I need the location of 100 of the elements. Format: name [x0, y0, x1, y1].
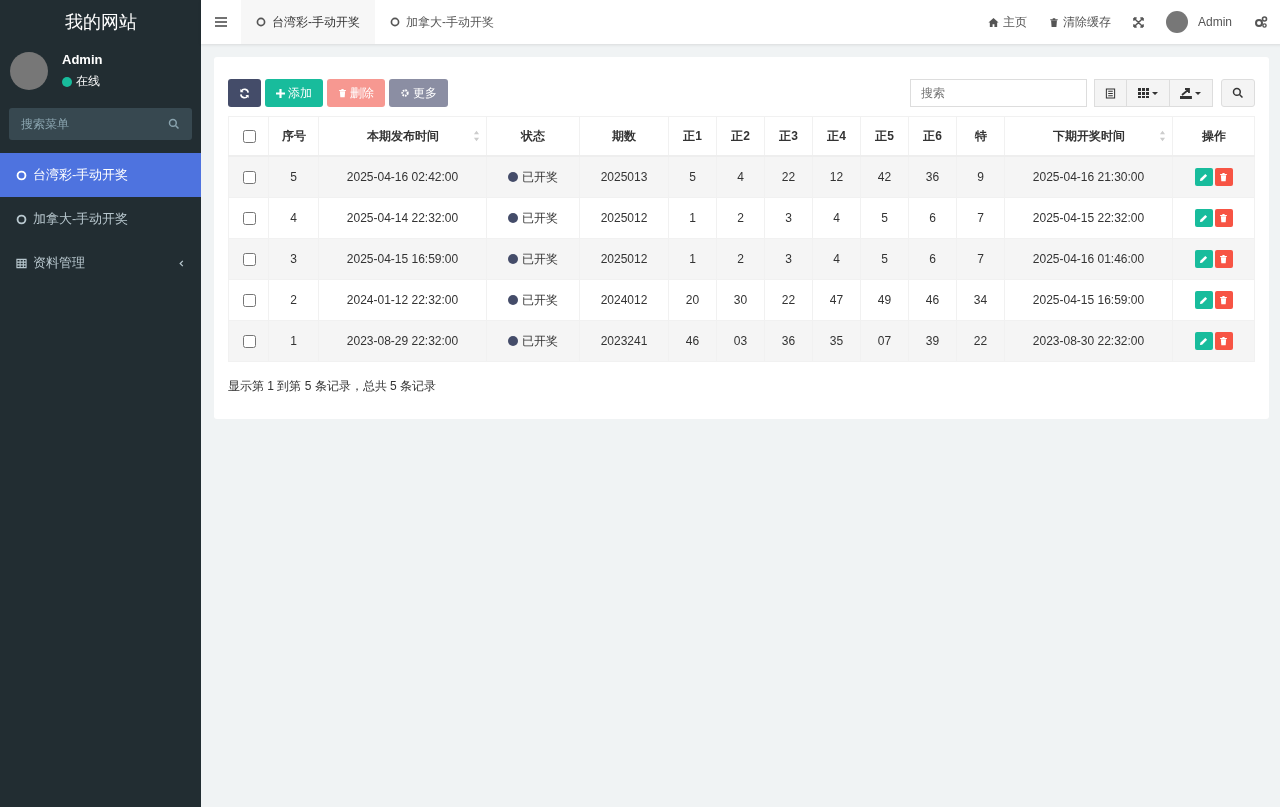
table-cell: 2025-04-16 02:42:00: [346, 170, 459, 184]
table-cell: 3: [785, 211, 792, 225]
table-cell: 2025012: [600, 211, 648, 225]
table-cell: 20: [685, 293, 700, 307]
trash-icon: [1049, 16, 1059, 28]
gear-icon: [400, 88, 410, 98]
menu-search-field[interactable]: 搜索菜单: [9, 108, 192, 140]
column-header: 正1: [683, 128, 702, 143]
table-cell: 5: [689, 170, 696, 184]
fullscreen-icon[interactable]: [1133, 16, 1144, 28]
grid-icon: [1137, 88, 1159, 98]
search-icon: [1232, 87, 1244, 99]
table-cell: 6: [929, 252, 936, 266]
table-cell: 36: [781, 334, 796, 348]
chevron-icon: [178, 259, 185, 267]
status-text: 已开奖: [522, 333, 558, 348]
site-title: 我的网站: [63, 11, 138, 34]
sidebar-item[interactable]: 加拿大-手动开奖: [0, 197, 201, 241]
delete-row-button[interactable]: [1214, 168, 1233, 186]
columns-button[interactable]: [1126, 79, 1170, 107]
row-checkbox[interactable]: [242, 252, 256, 266]
table-cell: 2025-04-15 16:59:00: [1032, 293, 1145, 307]
table-cell: 3: [785, 252, 792, 266]
table-cell: 07: [877, 334, 892, 348]
toggle-view-button[interactable]: [1094, 79, 1127, 107]
table-cell: 3: [290, 252, 297, 266]
column-header: 状态: [521, 128, 545, 143]
table-cell: 7: [977, 252, 984, 266]
clear-cache-link[interactable]: 清除缓存: [1049, 13, 1111, 31]
column-header: 正6: [923, 128, 942, 143]
table-cell: 2023-08-29 22:32:00: [346, 334, 459, 348]
delete-row-button[interactable]: [1214, 291, 1233, 309]
table-cell: 49: [877, 293, 892, 307]
edit-button[interactable]: [1194, 291, 1213, 309]
page-tab[interactable]: 加拿大-手动开奖: [375, 0, 509, 44]
table-cell: 2: [290, 293, 297, 307]
search-field[interactable]: 搜索: [910, 79, 1087, 107]
table-cell: 2025-04-15 22:32:00: [1032, 211, 1145, 225]
table-cell: 4: [833, 252, 840, 266]
trash-icon: [1219, 254, 1228, 264]
column-header: 正5: [875, 128, 894, 143]
menu-icon[interactable]: [215, 17, 227, 27]
row-checkbox[interactable]: [242, 170, 256, 184]
table-cell: 03: [733, 334, 748, 348]
trash-icon: [1219, 213, 1228, 223]
status-text: 已开奖: [522, 169, 558, 184]
sidebar-item[interactable]: 台湾彩-手动开奖: [0, 153, 201, 197]
avatar-icon: [1166, 11, 1188, 33]
list-icon: [1105, 87, 1116, 99]
trash-icon: [1219, 295, 1228, 305]
delete-row-button[interactable]: [1214, 209, 1233, 227]
circle-icon: [16, 169, 27, 181]
edit-button[interactable]: [1194, 168, 1213, 186]
row-checkbox[interactable]: [242, 211, 256, 225]
status-text: 已开奖: [522, 292, 558, 307]
table-cell: 4: [737, 170, 744, 184]
table-cell: 1: [290, 334, 297, 348]
table-cell: 5: [881, 252, 888, 266]
home-icon: [988, 16, 999, 28]
circle-icon: [390, 17, 400, 27]
online-dot-icon: [62, 76, 72, 87]
home-link[interactable]: 主页: [988, 13, 1027, 31]
column-header: 正2: [731, 128, 750, 143]
sidebar-item[interactable]: 资料管理: [0, 241, 201, 285]
select-all-checkbox[interactable]: [242, 129, 256, 143]
page-tab[interactable]: 台湾彩-手动开奖: [241, 0, 375, 44]
refresh-icon: [239, 87, 250, 99]
delete-row-button[interactable]: [1214, 332, 1233, 350]
pencil-icon: [1199, 172, 1208, 182]
status-text: 已开奖: [522, 251, 558, 266]
edit-button[interactable]: [1194, 332, 1213, 350]
table-cell: 4: [833, 211, 840, 225]
table-cell: 2025013: [600, 170, 648, 184]
row-checkbox[interactable]: [242, 334, 256, 348]
circle-icon: [16, 213, 27, 225]
row-checkbox[interactable]: [242, 293, 256, 307]
table-cell: 1: [689, 252, 696, 266]
trash-icon: [338, 88, 347, 98]
refresh-button[interactable]: [228, 79, 261, 107]
edit-button[interactable]: [1194, 209, 1213, 227]
table-cell: 5: [881, 211, 888, 225]
pencil-icon: [1199, 295, 1208, 305]
delete-row-button[interactable]: [1214, 250, 1233, 268]
circle-icon: [256, 17, 266, 27]
trash-icon: [1219, 336, 1228, 346]
search-button[interactable]: [1221, 79, 1255, 107]
table-cell: 2024012: [600, 293, 648, 307]
export-button[interactable]: [1169, 79, 1213, 107]
edit-button[interactable]: [1194, 250, 1213, 268]
table-cell: 46: [685, 334, 700, 348]
status-text: 已开奖: [522, 210, 558, 225]
table-cell: 46: [925, 293, 940, 307]
user-menu[interactable]: Admin: [1166, 11, 1232, 33]
table-cell: 1: [689, 211, 696, 225]
table-cell: 2025-04-14 22:32:00: [346, 211, 459, 225]
table-cell: 7: [977, 211, 984, 225]
table-cell: 22: [781, 170, 796, 184]
settings-icon[interactable]: [1254, 16, 1268, 28]
table-cell: 5: [290, 170, 297, 184]
table-cell: 2025012: [600, 252, 648, 266]
